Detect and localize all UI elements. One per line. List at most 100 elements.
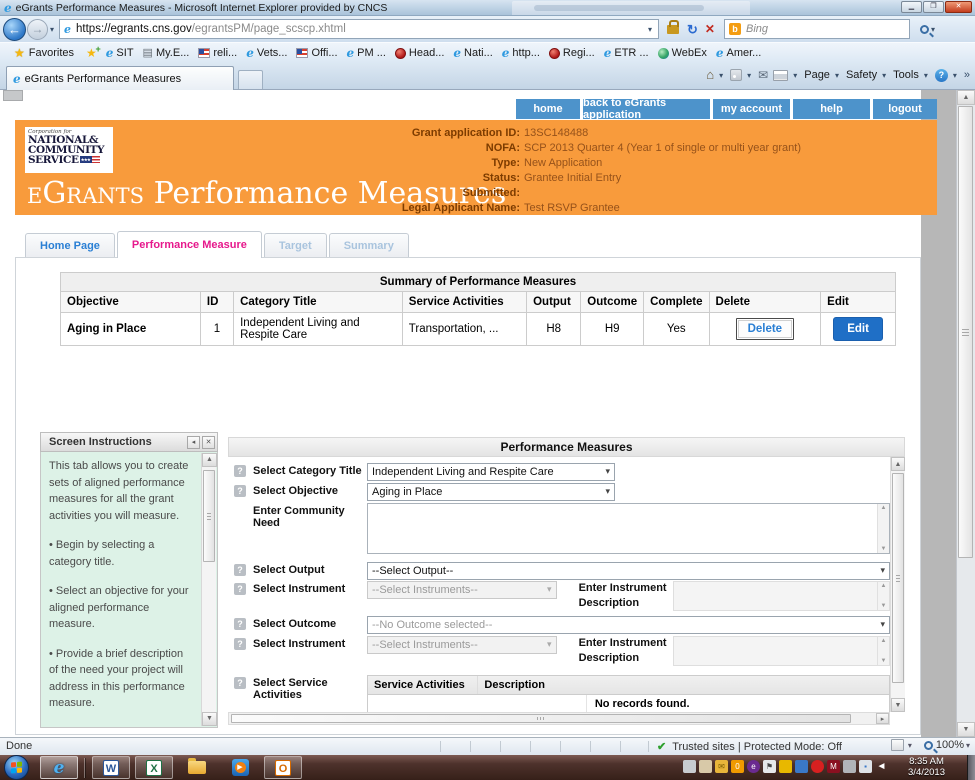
search-icon[interactable] [920, 25, 929, 34]
feeds-icon[interactable] [730, 69, 742, 81]
nav-help[interactable]: help [793, 99, 870, 119]
feeds-dropdown-icon[interactable]: ▾ [747, 71, 751, 80]
safety-menu[interactable]: Safety [846, 69, 877, 81]
nav-logout[interactable]: logout [873, 99, 937, 119]
output-select[interactable]: --Select Output-- [367, 562, 890, 580]
help-icon[interactable]: ? [234, 564, 246, 576]
compat-dropdown-icon[interactable]: ▾ [908, 741, 912, 750]
blue-tray-icon[interactable] [795, 760, 808, 773]
purple-e-tray-icon[interactable]: e [747, 760, 760, 773]
forward-button[interactable]: → [27, 19, 48, 40]
help-icon[interactable]: ? [234, 583, 246, 595]
safety-dropdown-icon[interactable]: ▾ [882, 71, 886, 80]
scroll-up-icon[interactable]: ▲ [891, 457, 905, 471]
zoom-control[interactable]: 100% ▾ [924, 739, 972, 751]
new-tab-button[interactable] [238, 70, 263, 89]
edit-button[interactable]: Edit [833, 317, 883, 341]
scroll-up-icon[interactable]: ▲ [881, 505, 887, 511]
taskbar-media-player[interactable]: ▶ [221, 756, 259, 779]
help-icon[interactable]: ? [234, 465, 246, 477]
favorite-link[interactable]: eAmer... [716, 47, 761, 59]
form-horizontal-scrollbar[interactable]: ▸ [228, 712, 890, 725]
help-icon[interactable]: ? [234, 638, 246, 650]
scrollbar-thumb[interactable] [958, 106, 973, 558]
taskbar-word[interactable]: W [92, 756, 130, 779]
textarea-scrollbar[interactable]: ▲▼ [877, 504, 889, 553]
mail-tray-icon[interactable]: ✉ [715, 760, 728, 773]
scroll-down-icon[interactable]: ▼ [957, 722, 975, 737]
help-icon[interactable]: ? [935, 69, 948, 82]
read-mail-icon[interactable]: ✉ [758, 68, 768, 82]
scroll-down-icon[interactable]: ▼ [881, 546, 887, 552]
help-dropdown-icon[interactable]: ▾ [953, 71, 957, 80]
taskbar-explorer[interactable] [178, 756, 216, 779]
tools-menu[interactable]: Tools [893, 69, 919, 81]
scrollbar-thumb[interactable] [231, 714, 851, 723]
instructions-scrollbar[interactable]: ▲ ▼ [201, 453, 216, 726]
printer-tray-icon[interactable] [683, 760, 696, 773]
favorite-link[interactable]: Head... [395, 47, 444, 59]
close-button[interactable]: ✕ [945, 1, 972, 13]
toolbar-overflow-chevron[interactable]: » [964, 69, 970, 81]
favorite-link[interactable]: eETR ... [604, 47, 649, 59]
scrollbar-thumb[interactable] [203, 470, 215, 562]
close-panel-button[interactable]: ✕ [202, 436, 215, 449]
print-dropdown-icon[interactable]: ▾ [793, 71, 797, 80]
security-zone[interactable]: ✔ Trusted sites | Protected Mode: Off [657, 740, 842, 753]
home-icon[interactable]: ⌂ [706, 69, 714, 81]
community-need-textarea[interactable]: ▲▼ [367, 503, 890, 554]
orange-o-tray-icon[interactable]: 0 [731, 760, 744, 773]
collapse-panel-button[interactable]: ◂ [187, 436, 200, 449]
maximize-button[interactable]: ❐ [923, 1, 944, 13]
home-dropdown-icon[interactable]: ▾ [719, 71, 723, 80]
grey-tray-icon[interactable] [843, 760, 856, 773]
nav-back-to-egrants[interactable]: back to eGrants application [583, 99, 710, 119]
network-tray-icon[interactable]: ▪ [859, 760, 872, 773]
scroll-down-icon[interactable]: ▼ [202, 712, 217, 726]
help-icon[interactable]: ? [234, 485, 246, 497]
scrollbar-thumb[interactable] [892, 473, 904, 683]
trend-micro-tray-icon[interactable] [811, 760, 824, 773]
favorite-link[interactable]: Regi... [549, 47, 595, 59]
favorite-link[interactable]: Offi... [296, 47, 337, 59]
favorite-link[interactable]: ePM ... [347, 47, 386, 59]
start-button[interactable] [4, 755, 29, 780]
back-button[interactable]: ← [3, 18, 26, 41]
lock-tray-icon[interactable] [779, 760, 792, 773]
form-vertical-scrollbar[interactable]: ▲ ▼ [890, 457, 905, 712]
show-desktop-button[interactable] [967, 755, 975, 780]
delete-button[interactable]: Delete [736, 318, 795, 340]
flag-tray-icon[interactable]: ⚑ [763, 760, 776, 773]
scroll-down-icon[interactable]: ▼ [891, 698, 905, 712]
favorite-link[interactable]: WebEx [658, 47, 707, 59]
url-field[interactable]: e https://egrants.cns.gov/egrantsPM/page… [59, 19, 659, 39]
nav-my-account[interactable]: my account [713, 99, 790, 119]
installer-tray-icon[interactable] [699, 760, 712, 773]
print-icon[interactable] [773, 70, 788, 81]
page-dropdown-icon[interactable]: ▾ [835, 71, 839, 80]
zoom-dropdown-icon[interactable]: ▾ [966, 741, 970, 750]
search-box[interactable]: b Bing [724, 19, 910, 39]
taskbar-ie[interactable]: e [40, 756, 78, 779]
favorite-link[interactable]: ▤My.E... [143, 47, 190, 59]
browser-tab[interactable]: e eGrants Performance Measures [6, 66, 234, 90]
objective-select[interactable]: Aging in Place [367, 483, 615, 501]
outcome-select[interactable]: --No Outcome selected-- [367, 616, 890, 634]
favorite-link[interactable]: eSIT [106, 47, 134, 59]
taskbar-outlook[interactable]: O [264, 756, 302, 779]
tools-dropdown-icon[interactable]: ▾ [924, 71, 928, 80]
security-lock-icon[interactable] [667, 25, 679, 34]
taskbar-excel[interactable]: X [135, 756, 173, 779]
help-icon[interactable]: ? [234, 677, 246, 689]
scroll-right-icon[interactable]: ▸ [876, 713, 889, 724]
favorite-link[interactable]: reli... [198, 47, 237, 59]
background-window[interactable] [512, 1, 750, 15]
help-icon[interactable]: ? [234, 618, 246, 630]
stop-button[interactable]: ✕ [705, 22, 715, 36]
url-dropdown-icon[interactable]: ▾ [648, 25, 652, 34]
minimize-button[interactable]: ▁ [901, 1, 922, 13]
favorite-link[interactable]: eNati... [453, 47, 492, 59]
page-menu[interactable]: Page [804, 69, 830, 81]
favorite-link[interactable]: ehttp... [502, 47, 540, 59]
speaker-tray-icon[interactable]: ◄ [875, 760, 888, 773]
